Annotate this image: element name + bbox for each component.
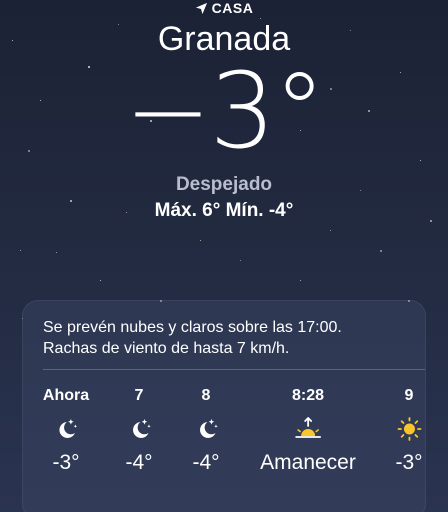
summary-line-2: Rachas de viento de hasta 7 km/h.	[43, 340, 290, 357]
star	[240, 260, 242, 262]
hour-temperature: -4°	[192, 451, 220, 474]
moon-stars-icon	[125, 409, 152, 449]
hour-label: 8	[201, 387, 211, 404]
location-row: CASA	[0, 0, 448, 16]
star	[330, 230, 332, 232]
moon-stars-icon	[192, 409, 219, 449]
sun-icon	[395, 409, 422, 449]
sunrise-icon	[260, 409, 356, 449]
current-temperature: −3°	[124, 50, 325, 172]
hour-item-8: 8 -4°	[192, 387, 219, 475]
hour-item-9: 9 -3°	[395, 387, 422, 475]
hour-item-sunrise: 8:28 Amanecer	[260, 387, 356, 475]
divider	[43, 369, 425, 370]
hour-temperature: -3°	[395, 451, 423, 474]
hour-temperature: Amanecer	[260, 451, 356, 474]
star	[56, 252, 58, 254]
hour-temperature: -4°	[125, 451, 153, 474]
moon-stars-icon	[43, 409, 89, 449]
star	[200, 240, 202, 242]
star	[300, 280, 302, 282]
forecast-summary: Se prevén nubes y claros sobre las 17:00…	[43, 317, 409, 359]
high-low-temperature: Máx. 6° Mín. -4°	[154, 200, 294, 221]
summary-line-1: Se prevén nubes y claros sobre las 17:00…	[43, 319, 342, 336]
hour-label: 8:28	[291, 387, 325, 404]
hour-label: Ahora	[42, 387, 90, 404]
weather-condition: Despejado	[175, 174, 273, 195]
hour-item-7: 7 -4°	[125, 387, 152, 475]
hourly-forecast-card[interactable]: Se prevén nubes y claros sobre las 17:00…	[22, 300, 426, 512]
hour-item-now: Ahora -3°	[43, 387, 89, 475]
star	[380, 250, 382, 252]
location-label: CASA	[211, 0, 254, 16]
star	[20, 250, 22, 252]
hour-label: 9	[404, 387, 414, 404]
hour-label: 7	[134, 387, 144, 404]
hour-temperature: -3°	[52, 451, 80, 474]
location-arrow-icon	[195, 2, 207, 14]
star	[100, 280, 102, 282]
